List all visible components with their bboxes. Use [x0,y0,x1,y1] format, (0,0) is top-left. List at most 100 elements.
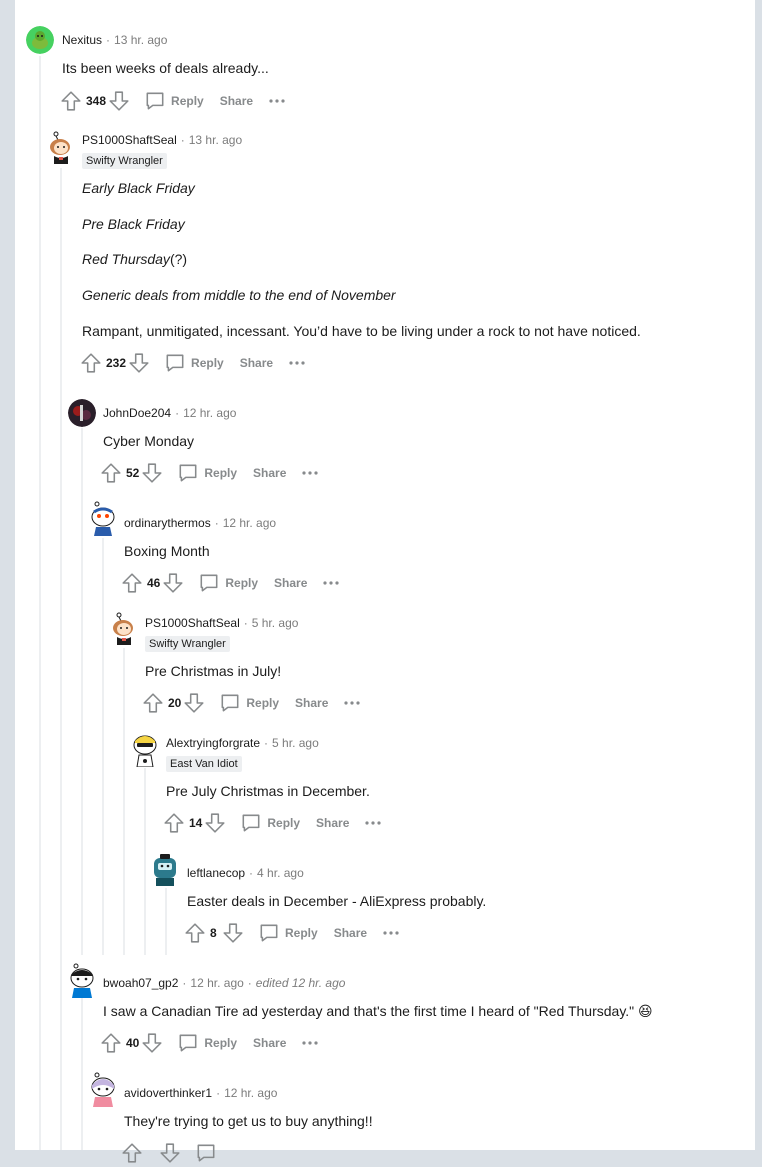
username[interactable]: Nexitus [62,33,102,47]
downvote-icon[interactable] [204,812,226,834]
timestamp[interactable]: 4 hr. ago [257,866,304,880]
downvote-icon[interactable] [141,1032,163,1054]
username[interactable]: Alextryingforgrate [166,736,260,750]
upvote-icon[interactable] [60,90,82,112]
username[interactable]: PS1000ShaftSeal [145,616,240,630]
reply-icon[interactable] [164,352,186,374]
reply-button[interactable]: Reply [285,926,318,940]
share-button[interactable]: Share [295,696,328,710]
downvote-icon[interactable] [159,1142,181,1164]
timestamp[interactable]: 12 hr. ago [190,976,243,990]
upvote-icon[interactable] [121,1142,143,1164]
timestamp[interactable]: 12 hr. ago [224,1086,277,1100]
user-flair: Swifty Wrangler [145,636,230,652]
avatar[interactable] [67,962,97,998]
reply-button[interactable]: Reply [204,1036,237,1050]
comment-body-line: Red Thursday(?) [82,250,187,268]
upvote-icon[interactable] [100,1032,122,1054]
avatar[interactable] [46,130,74,164]
upvote-icon[interactable] [100,462,122,484]
reply-button[interactable]: Reply [171,94,204,108]
thread-line[interactable] [144,768,146,955]
timestamp[interactable]: 5 hr. ago [252,616,299,630]
avatar[interactable] [109,611,137,645]
thread-line[interactable] [165,888,167,955]
laughing-emoji-icon: 😆 [638,1003,653,1019]
comment-meta: Nexitus · 13 hr. ago [62,32,167,48]
more-options-icon[interactable] [301,1036,319,1050]
share-button[interactable]: Share [274,576,307,590]
comment-body: Easter deals in December - AliExpress pr… [187,893,487,909]
reply-button[interactable]: Reply [225,576,258,590]
more-options-icon[interactable] [322,576,340,590]
share-button[interactable]: Share [253,466,286,480]
more-options-icon[interactable] [343,696,361,710]
downvote-icon[interactable] [141,462,163,484]
timestamp[interactable]: 12 hr. ago [183,406,236,420]
share-button[interactable]: Share [240,356,273,370]
upvote-icon[interactable] [80,352,102,374]
username[interactable]: JohnDoe204 [103,406,171,420]
timestamp[interactable]: 13 hr. ago [114,33,167,47]
reply-icon[interactable] [219,692,241,714]
timestamp[interactable]: 5 hr. ago [272,736,319,750]
upvote-icon[interactable] [142,692,164,714]
upvote-icon[interactable] [121,572,143,594]
separator-dot: · [249,866,254,880]
downvote-icon[interactable] [108,90,130,112]
reply-icon[interactable] [198,572,220,594]
downvote-icon[interactable] [183,692,205,714]
username[interactable]: leftlanecop [187,866,245,880]
downvote-icon[interactable] [162,572,184,594]
reply-icon[interactable] [177,462,199,484]
thread-line[interactable] [123,648,125,955]
share-button[interactable]: Share [253,1036,286,1050]
more-options-icon[interactable] [382,926,400,940]
avatar[interactable] [150,852,180,886]
upvote-icon[interactable] [163,812,185,834]
comment-body: Its been weeks of deals already... [62,60,269,76]
reply-icon[interactable] [144,90,166,112]
share-button[interactable]: Share [316,816,349,830]
vote-score: 14 [189,816,203,830]
username[interactable]: avidoverthinker1 [124,1086,212,1100]
downvote-icon[interactable] [222,922,244,944]
share-button[interactable]: Share [220,94,253,108]
more-options-icon[interactable] [268,94,286,108]
reply-icon[interactable] [258,922,280,944]
thread-line[interactable] [81,998,83,1150]
username[interactable]: bwoah07_gp2 [103,976,178,990]
thread-line[interactable] [39,56,41,1150]
downvote-icon[interactable] [128,352,150,374]
upvote-icon[interactable] [184,922,206,944]
username[interactable]: ordinarythermos [124,516,211,530]
timestamp[interactable]: 12 hr. ago [223,516,276,530]
username[interactable]: PS1000ShaftSeal [82,133,177,147]
avatar[interactable] [88,500,118,536]
reply-button[interactable]: Reply [246,696,279,710]
avatar[interactable] [68,399,96,427]
reply-button[interactable]: Reply [204,466,237,480]
thread-line[interactable] [60,168,62,1150]
more-options-icon[interactable] [301,466,319,480]
thread-line[interactable] [102,538,104,955]
avatar[interactable] [88,1071,118,1107]
timestamp[interactable]: 13 hr. ago [189,133,242,147]
share-button[interactable]: Share [334,926,367,940]
separator-dot: · [182,976,187,990]
separator-dot: · [180,133,185,147]
reply-icon[interactable] [195,1142,217,1164]
avatar[interactable] [131,731,159,767]
more-options-icon[interactable] [288,356,306,370]
reply-button[interactable]: Reply [191,356,224,370]
reply-icon[interactable] [177,1032,199,1054]
reply-icon[interactable] [240,812,262,834]
comment-body-line: Generic deals from middle to the end of … [82,287,396,303]
comment-actions: 8 Reply Share [184,921,400,945]
vote-score: 232 [106,356,127,370]
avatar[interactable] [26,26,54,54]
comment-actions: 46 Reply Share [121,571,340,595]
reply-button[interactable]: Reply [267,816,300,830]
thread-line[interactable] [81,428,83,955]
more-options-icon[interactable] [364,816,382,830]
